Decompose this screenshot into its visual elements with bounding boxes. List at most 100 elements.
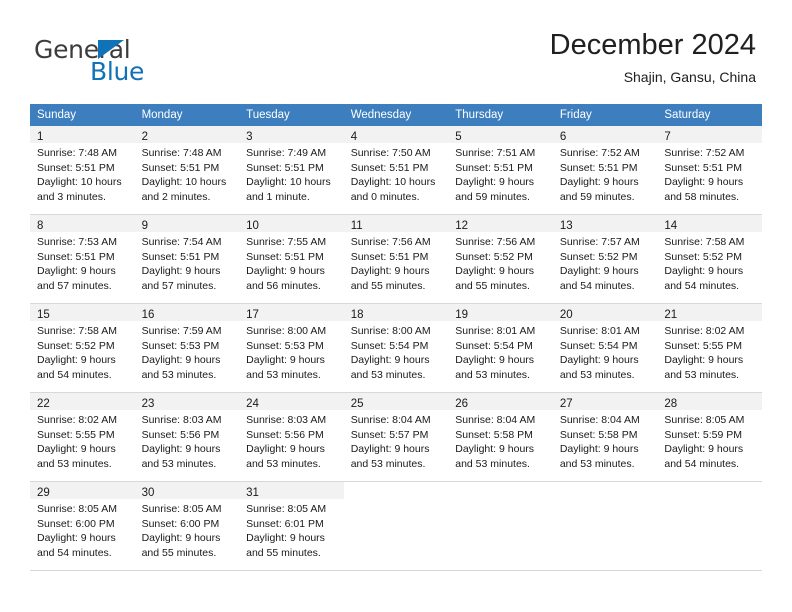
daylight-text-line2: and 53 minutes.: [559, 457, 635, 470]
sunrise-text: Sunrise: 7:58 AM: [664, 236, 745, 248]
day-cell-10[interactable]: 10 Sunrise: 7:55 AM Sunset: 5:51 PM Dayligh…: [239, 215, 344, 303]
day-cell-17[interactable]: 17 Sunrise: 8:00 AM Sunset: 5:53 PM Dayligh…: [239, 304, 344, 392]
day-number: 25: [350, 398, 364, 410]
day-cell-13[interactable]: 13 Sunrise: 7:57 AM Sunset: 5:52 PM Dayligh…: [552, 215, 658, 303]
sunset-text: Sunset: 5:58 PM: [559, 428, 638, 441]
sunset-text: Sunset: 5:51 PM: [350, 161, 429, 174]
day-number: 10: [246, 220, 259, 232]
calendar-cell[interactable]: 1 Sunrise: 7:48 AM Sunset: 5:51 PM Daylight…: [30, 126, 135, 215]
day-cell-1[interactable]: 1 Sunrise: 7:48 AM Sunset: 5:51 PM Daylight…: [30, 126, 135, 214]
day-cell-24[interactable]: 24 Sunrise: 8:03 AM Sunset: 5:56 PM Dayligh…: [239, 393, 344, 481]
sunset-text: Sunset: 5:52 PM: [559, 250, 638, 263]
calendar-cell[interactable]: 16 Sunrise: 7:59 AM Sunset: 5:53 PM Dayligh…: [134, 303, 240, 393]
day-cell-19[interactable]: 19 Sunrise: 8:01 AM Sunset: 5:54 PM Dayligh…: [448, 304, 553, 392]
day-number: 6: [559, 131, 567, 143]
day-cell-20[interactable]: 20 Sunrise: 8:01 AM Sunset: 5:54 PM Dayligh…: [552, 304, 658, 392]
calendar-week-row: 22 Sunrise: 8:02 AM Sunset: 5:55 PM Dayligh…: [30, 392, 762, 482]
day-number: 5: [455, 131, 462, 143]
day-cell-12[interactable]: 12 Sunrise: 7:56 AM Sunset: 5:52 PM Dayligh…: [448, 215, 553, 303]
daylight-text-line1: Daylight: 9 hours: [664, 265, 744, 277]
sunset-text: Sunset: 5:52 PM: [455, 250, 533, 263]
sunset-text: Sunset: 5:59 PM: [664, 428, 743, 441]
day-cell-26[interactable]: 26 Sunrise: 8:04 AM Sunset: 5:58 PM Dayligh…: [448, 393, 553, 481]
day-info: Sunrise: 7:59 AM Sunset: 5:53 PM Daylight:…: [135, 321, 240, 382]
day-info: Sunrise: 7:48 AM Sunset: 5:51 PM Daylight:…: [30, 143, 135, 204]
calendar-cell[interactable]: 29 Sunrise: 8:05 AM Sunset: 6:00 PM Dayligh…: [30, 481, 135, 571]
calendar-cell[interactable]: 7 Sunrise: 7:52 AM Sunset: 5:51 PM Daylight…: [657, 126, 762, 215]
day-cell-27[interactable]: 27 Sunrise: 8:04 AM Sunset: 5:58 PM Dayligh…: [552, 393, 658, 481]
day-cell-29[interactable]: 29 Sunrise: 8:05 AM Sunset: 6:00 PM Dayligh…: [30, 482, 135, 570]
empty-day-cell: [552, 482, 658, 570]
empty-day-cell: [657, 482, 762, 570]
day-cell-15[interactable]: 15 Sunrise: 7:58 AM Sunset: 5:52 PM Dayligh…: [30, 304, 135, 392]
day-cell-28[interactable]: 28 Sunrise: 8:05 AM Sunset: 5:59 PM Dayligh…: [657, 393, 762, 481]
day-cell-5[interactable]: 5 Sunrise: 7:51 AM Sunset: 5:51 PM Daylight…: [448, 126, 553, 214]
day-cell-25[interactable]: 25 Sunrise: 8:04 AM Sunset: 5:57 PM Dayligh…: [343, 393, 449, 481]
calendar-cell[interactable]: 6 Sunrise: 7:52 AM Sunset: 5:51 PM Daylight…: [552, 126, 658, 215]
calendar-week-row: 15 Sunrise: 7:58 AM Sunset: 5:52 PM Dayligh…: [30, 303, 762, 393]
calendar-cell[interactable]: 24 Sunrise: 8:03 AM Sunset: 5:56 PM Dayligh…: [239, 392, 344, 482]
day-cell-14[interactable]: 14 Sunrise: 7:58 AM Sunset: 5:52 PM Dayligh…: [657, 215, 762, 303]
weekday-header-saturday: Saturday: [657, 104, 762, 126]
sunset-text: Sunset: 5:51 PM: [37, 161, 115, 174]
calendar-week-row: 29 Sunrise: 8:05 AM Sunset: 6:00 PM Dayligh…: [30, 481, 762, 571]
day-cell-8[interactable]: 8 Sunrise: 7:53 AM Sunset: 5:51 PM Daylight…: [30, 215, 135, 303]
day-cell-23[interactable]: 23 Sunrise: 8:03 AM Sunset: 5:56 PM Dayligh…: [134, 393, 240, 481]
day-cell-7[interactable]: 7 Sunrise: 7:52 AM Sunset: 5:51 PM Daylight…: [657, 126, 762, 214]
day-cell-6[interactable]: 6 Sunrise: 7:52 AM Sunset: 5:51 PM Daylight…: [552, 126, 658, 214]
day-cell-3[interactable]: 3 Sunrise: 7:49 AM Sunset: 5:51 PM Daylight…: [239, 126, 344, 214]
day-number-strip: 3: [239, 126, 344, 143]
calendar-cell[interactable]: 8 Sunrise: 7:53 AM Sunset: 5:51 PM Daylight…: [30, 214, 135, 304]
calendar-cell[interactable]: 21 Sunrise: 8:02 AM Sunset: 5:55 PM Dayligh…: [657, 303, 762, 393]
calendar-cell[interactable]: 23 Sunrise: 8:03 AM Sunset: 5:56 PM Dayligh…: [134, 392, 240, 482]
calendar-cell[interactable]: 10 Sunrise: 7:55 AM Sunset: 5:51 PM Dayligh…: [239, 214, 344, 304]
calendar-cell[interactable]: 15 Sunrise: 7:58 AM Sunset: 5:52 PM Dayligh…: [30, 303, 135, 393]
day-cell-16[interactable]: 16 Sunrise: 7:59 AM Sunset: 5:53 PM Dayligh…: [134, 304, 240, 392]
general-blue-logo[interactable]: General Blue: [34, 36, 214, 85]
daylight-text-line2: and 54 minutes.: [559, 279, 635, 292]
sunrise-text: Sunrise: 7:57 AM: [559, 236, 640, 248]
day-cell-2[interactable]: 2 Sunrise: 7:48 AM Sunset: 5:51 PM Daylight…: [134, 126, 240, 214]
calendar-cell[interactable]: 22 Sunrise: 8:02 AM Sunset: 5:55 PM Dayligh…: [30, 392, 135, 482]
calendar-cell[interactable]: 2 Sunrise: 7:48 AM Sunset: 5:51 PM Daylight…: [134, 126, 240, 215]
day-number-strip: 9: [134, 215, 240, 232]
day-cell-31[interactable]: 31 Sunrise: 8:05 AM Sunset: 6:01 PM Dayligh…: [239, 482, 344, 570]
calendar-cell[interactable]: 28 Sunrise: 8:05 AM Sunset: 5:59 PM Dayligh…: [657, 392, 762, 482]
day-cell-22[interactable]: 22 Sunrise: 8:02 AM Sunset: 5:55 PM Dayligh…: [30, 393, 135, 481]
sunset-text: Sunset: 5:51 PM: [246, 161, 324, 174]
day-cell-21[interactable]: 21 Sunrise: 8:02 AM Sunset: 5:55 PM Dayligh…: [657, 304, 762, 392]
calendar-cell[interactable]: 12 Sunrise: 7:56 AM Sunset: 5:52 PM Dayligh…: [448, 214, 553, 304]
day-number: 3: [246, 131, 253, 143]
calendar-cell[interactable]: 19 Sunrise: 8:01 AM Sunset: 5:54 PM Dayligh…: [448, 303, 553, 393]
calendar-cell[interactable]: 18 Sunrise: 8:00 AM Sunset: 5:54 PM Dayligh…: [343, 303, 449, 393]
day-info: Sunrise: 8:04 AM Sunset: 5:58 PM Daylight:…: [448, 410, 553, 471]
daylight-text-line2: and 53 minutes.: [246, 457, 321, 470]
calendar-cell[interactable]: 5 Sunrise: 7:51 AM Sunset: 5:51 PM Daylight…: [448, 126, 553, 215]
day-number: 15: [37, 309, 50, 321]
calendar-cell[interactable]: 4 Sunrise: 7:50 AM Sunset: 5:51 PM Daylight…: [343, 126, 449, 215]
day-number: 12: [455, 220, 469, 232]
calendar-cell[interactable]: 11 Sunrise: 7:56 AM Sunset: 5:51 PM Dayligh…: [343, 214, 449, 304]
calendar-cell[interactable]: 9 Sunrise: 7:54 AM Sunset: 5:51 PM Daylight…: [134, 214, 240, 304]
calendar-cell[interactable]: 31 Sunrise: 8:05 AM Sunset: 6:01 PM Dayligh…: [239, 481, 344, 571]
calendar-cell[interactable]: 17 Sunrise: 8:00 AM Sunset: 5:53 PM Dayligh…: [239, 303, 344, 393]
day-number: 2: [141, 131, 148, 143]
calendar-cell[interactable]: 3 Sunrise: 7:49 AM Sunset: 5:51 PM Daylight…: [239, 126, 344, 215]
day-cell-9[interactable]: 9 Sunrise: 7:54 AM Sunset: 5:51 PM Daylight…: [134, 215, 240, 303]
sunrise-text: Sunrise: 8:05 AM: [37, 503, 117, 515]
day-cell-30[interactable]: 30 Sunrise: 8:05 AM Sunset: 6:00 PM Dayligh…: [134, 482, 240, 570]
day-cell-11[interactable]: 11 Sunrise: 7:56 AM Sunset: 5:51 PM Dayligh…: [343, 215, 449, 303]
day-info: Sunrise: 8:04 AM Sunset: 5:57 PM Daylight:…: [344, 410, 449, 471]
calendar-cell[interactable]: 25 Sunrise: 8:04 AM Sunset: 5:57 PM Dayligh…: [343, 392, 449, 482]
calendar-cell[interactable]: 30 Sunrise: 8:05 AM Sunset: 6:00 PM Dayligh…: [134, 481, 240, 571]
sunset-text: Sunset: 5:52 PM: [664, 250, 743, 263]
calendar-cell[interactable]: 20 Sunrise: 8:01 AM Sunset: 5:54 PM Dayligh…: [552, 303, 658, 393]
calendar-cell[interactable]: 26 Sunrise: 8:04 AM Sunset: 5:58 PM Dayligh…: [448, 392, 553, 482]
calendar-cell[interactable]: 27 Sunrise: 8:04 AM Sunset: 5:58 PM Dayligh…: [552, 392, 658, 482]
calendar-cell[interactable]: 13 Sunrise: 7:57 AM Sunset: 5:52 PM Dayligh…: [552, 214, 658, 304]
day-cell-4[interactable]: 4 Sunrise: 7:50 AM Sunset: 5:51 PM Daylight…: [343, 126, 449, 214]
day-cell-18[interactable]: 18 Sunrise: 8:00 AM Sunset: 5:54 PM Dayligh…: [343, 304, 449, 392]
calendar-cell[interactable]: 14 Sunrise: 7:58 AM Sunset: 5:52 PM Dayligh…: [657, 214, 762, 304]
day-number: 13: [559, 220, 573, 232]
daylight-text-line2: and 1 minute.: [246, 190, 310, 203]
